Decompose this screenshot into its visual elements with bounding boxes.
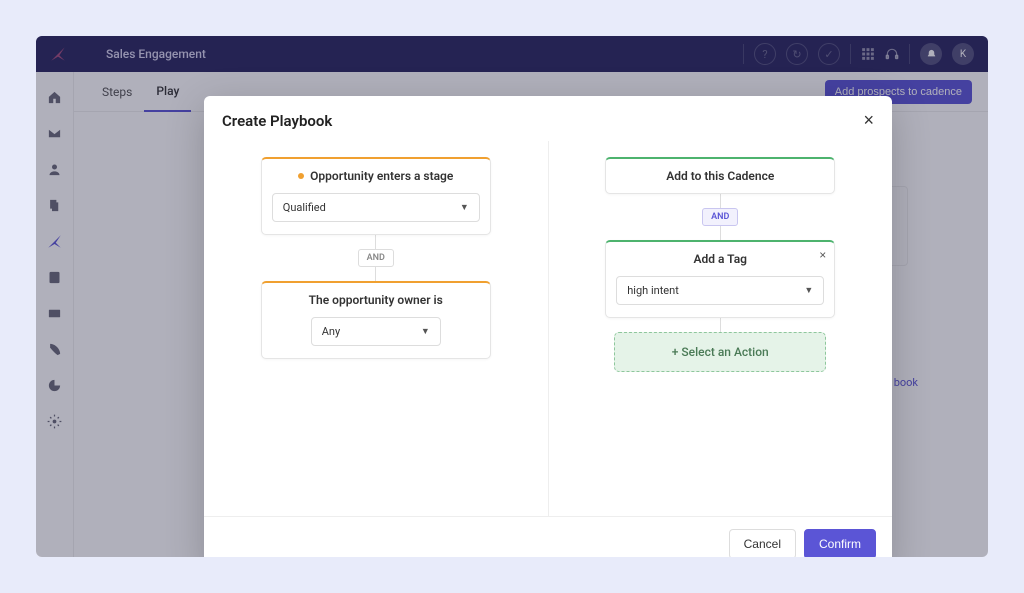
cadence-card: Add to this Cadence <box>605 157 835 194</box>
chevron-down-icon: ▼ <box>804 285 813 296</box>
and-connector: AND <box>702 208 738 226</box>
tag-title: Add a Tag <box>694 252 747 266</box>
tag-select[interactable]: high intent ▼ <box>616 276 824 305</box>
cadence-title: Add to this Cadence <box>666 169 774 183</box>
trigger-card: Opportunity enters a stage Qualified ▼ <box>261 157 491 235</box>
stage-select-value: Qualified <box>283 201 326 214</box>
trigger-dot-icon <box>298 173 304 179</box>
owner-title: The opportunity owner is <box>309 293 443 307</box>
remove-tag-icon[interactable]: × <box>819 248 826 262</box>
confirm-button[interactable]: Confirm <box>804 529 876 557</box>
actions-column: Add to this Cadence AND × Add a Tag high… <box>549 141 893 516</box>
create-playbook-modal: Create Playbook × Opportunity enters a s… <box>204 96 892 557</box>
tag-card: × Add a Tag high intent ▼ <box>605 240 835 318</box>
chevron-down-icon: ▼ <box>421 326 430 337</box>
owner-card: The opportunity owner is Any ▼ <box>261 281 491 359</box>
trigger-title: Opportunity enters a stage <box>310 169 453 183</box>
and-connector: AND <box>358 249 394 267</box>
cancel-button[interactable]: Cancel <box>729 529 796 557</box>
owner-select-value: Any <box>322 325 340 338</box>
tag-select-value: high intent <box>627 284 679 297</box>
owner-select[interactable]: Any ▼ <box>311 317 441 346</box>
modal-title: Create Playbook <box>222 112 332 130</box>
chevron-down-icon: ▼ <box>460 202 469 213</box>
stage-select[interactable]: Qualified ▼ <box>272 193 480 222</box>
select-action-button[interactable]: + Select an Action <box>614 332 826 372</box>
close-icon[interactable]: × <box>863 110 874 131</box>
triggers-column: Opportunity enters a stage Qualified ▼ A… <box>204 141 549 516</box>
